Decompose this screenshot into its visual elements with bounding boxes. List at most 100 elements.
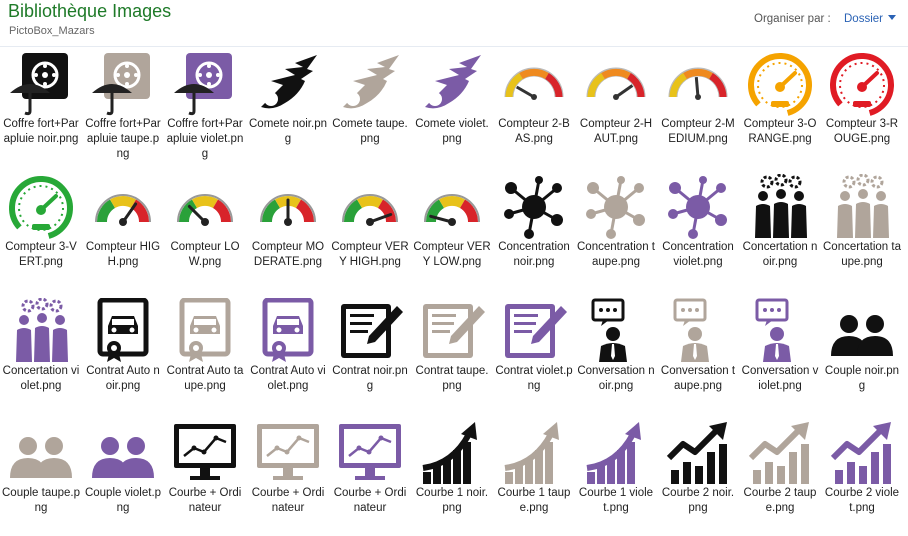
zigzag-bars-icon [830,422,891,484]
file-item[interactable]: Courbe + Ordinateur [247,416,329,536]
file-item[interactable]: Courbe + Ordinateur [329,416,411,536]
file-item[interactable]: Concertation taupe.png [821,170,903,290]
file-item[interactable]: Courbe 2 violet.png [821,416,903,536]
hub-icon [504,176,563,239]
file-name: Concentration violet.png [662,241,734,268]
gauge-icon [95,194,151,226]
file-name: Contrat Auto violet.png [250,365,326,392]
file-name: Concertation violet.png [2,365,80,392]
file-item[interactable]: Contrat noir.png [329,294,411,414]
file-name: Concentration taupe.png [577,241,655,268]
file-item[interactable]: Conversation noir.png [575,294,657,414]
file-name: Compteur 3-ORANGE.png [743,118,817,145]
file-item[interactable]: Courbe 2 noir.png [657,416,739,536]
file-name: Compteur 3-ROUGE.png [825,118,899,145]
file-name: Contrat violet.png [495,365,573,392]
contract-icon [423,304,485,358]
conversation-icon [673,298,709,362]
file-item[interactable]: Conversation violet.png [739,294,821,414]
file-name: Compteur 2-MEDIUM.png [661,118,735,145]
file-item[interactable]: Compteur 2-BAS.png [493,47,575,167]
file-item[interactable]: Conversation taupe.png [657,294,739,414]
file-item[interactable]: Compteur 3-ROUGE.png [821,47,903,167]
file-item[interactable]: Contrat taupe.png [411,294,493,414]
file-item[interactable]: Comete noir.png [247,47,329,167]
file-item[interactable]: Compteur MODERATE.png [247,170,329,290]
file-item[interactable]: Concentration noir.png [493,170,575,290]
file-name: Compteur 2-BAS.png [498,118,570,145]
contract-icon [341,304,403,358]
file-name: Courbe + Ordinateur [168,487,242,514]
file-item[interactable]: Concentration violet.png [657,170,739,290]
meter-flat-icon [586,67,646,100]
file-item[interactable]: Courbe 1 noir.png [411,416,493,536]
car-contract-icon [97,298,149,362]
file-name: Concentration noir.png [498,241,570,268]
curve-bars-icon [504,422,559,484]
file-item[interactable]: Courbe 1 taupe.png [493,416,575,536]
people-gears-icon [837,174,889,238]
file-name: Coffre fort+Parapluie violet.png [166,118,244,160]
file-item[interactable]: Concentration taupe.png [575,170,657,290]
file-name: Courbe + Ordinateur [333,487,407,514]
file-name: Compteur VERY LOW.png [413,241,491,268]
file-name: Conversation violet.png [741,365,819,392]
meter-flat-icon [504,67,564,100]
file-item[interactable]: Compteur HIGH.png [82,170,164,290]
file-item[interactable]: Courbe + Ordinateur [164,416,246,536]
file-name: Courbe 2 violet.png [824,487,900,514]
file-item[interactable]: Compteur VERY HIGH.png [329,170,411,290]
file-name: Contrat taupe.png [415,365,489,392]
file-item[interactable]: Compteur VERY LOW.png [411,170,493,290]
file-name: Compteur LOW.png [170,241,240,268]
file-item[interactable]: Comete taupe.png [329,47,411,167]
file-name: Contrat noir.png [332,365,408,392]
page-title: Bibliothèque Images [8,1,172,21]
comet-icon [343,55,399,109]
file-item[interactable]: Courbe 2 taupe.png [739,416,821,536]
file-item[interactable]: Couple noir.png [821,294,903,414]
file-name: Concertation noir.png [742,241,818,268]
file-name: Courbe 1 taupe.png [497,487,571,514]
meter-flat-icon [668,67,728,100]
couple-icon [831,315,893,356]
file-item[interactable]: Courbe 1 violet.png [575,416,657,536]
file-item[interactable]: Couple taupe.png [0,416,82,536]
file-item[interactable]: Contrat Auto noir.png [82,294,164,414]
file-item[interactable]: Coffre fort+Parapluie taupe.png [82,47,164,167]
file-item[interactable]: Concertation noir.png [739,170,821,290]
couple-icon [10,437,72,478]
file-name: Coffre fort+Parapluie noir.png [3,118,79,145]
file-item[interactable]: Couple violet.png [82,416,164,536]
file-item[interactable]: Compteur 2-HAUT.png [575,47,657,167]
file-name: Couple taupe.png [2,487,81,514]
file-item[interactable]: Coffre fort+Parapluie noir.png [0,47,82,167]
file-item[interactable]: Compteur 3-ORANGE.png [739,47,821,167]
gauge-icon [342,194,398,226]
file-name: Compteur MODERATE.png [251,241,325,268]
car-contract-icon [179,298,231,362]
contract-icon [505,304,567,358]
file-name: Courbe 1 violet.png [578,487,654,514]
file-item[interactable]: Contrat violet.png [493,294,575,414]
file-item[interactable]: Compteur 3-VERT.png [0,170,82,290]
organize-dropdown[interactable]: Dossier [844,13,896,25]
file-item[interactable]: Contrat Auto taupe.png [164,294,246,414]
file-name: Conversation noir.png [577,365,655,392]
gauge-icon [424,194,480,226]
monitor-chart-icon [257,424,319,480]
file-item[interactable]: Compteur LOW.png [164,170,246,290]
speedometer-icon [748,53,812,117]
file-name: Comete violet.png [415,118,489,145]
window-header: Bibliothèque Images PictoBox_Mazars Orga… [0,0,908,47]
safe-umbrella-icon [10,53,68,116]
speedometer-icon [9,176,73,240]
gauge-icon [260,194,316,226]
file-item[interactable]: Coffre fort+Parapluie violet.png [164,47,246,167]
car-contract-icon [262,298,314,362]
conversation-icon [591,298,627,362]
file-item[interactable]: Contrat Auto violet.png [247,294,329,414]
file-item[interactable]: Compteur 2-MEDIUM.png [657,47,739,167]
file-item[interactable]: Concertation violet.png [0,294,82,414]
file-item[interactable]: Comete violet.png [411,47,493,167]
